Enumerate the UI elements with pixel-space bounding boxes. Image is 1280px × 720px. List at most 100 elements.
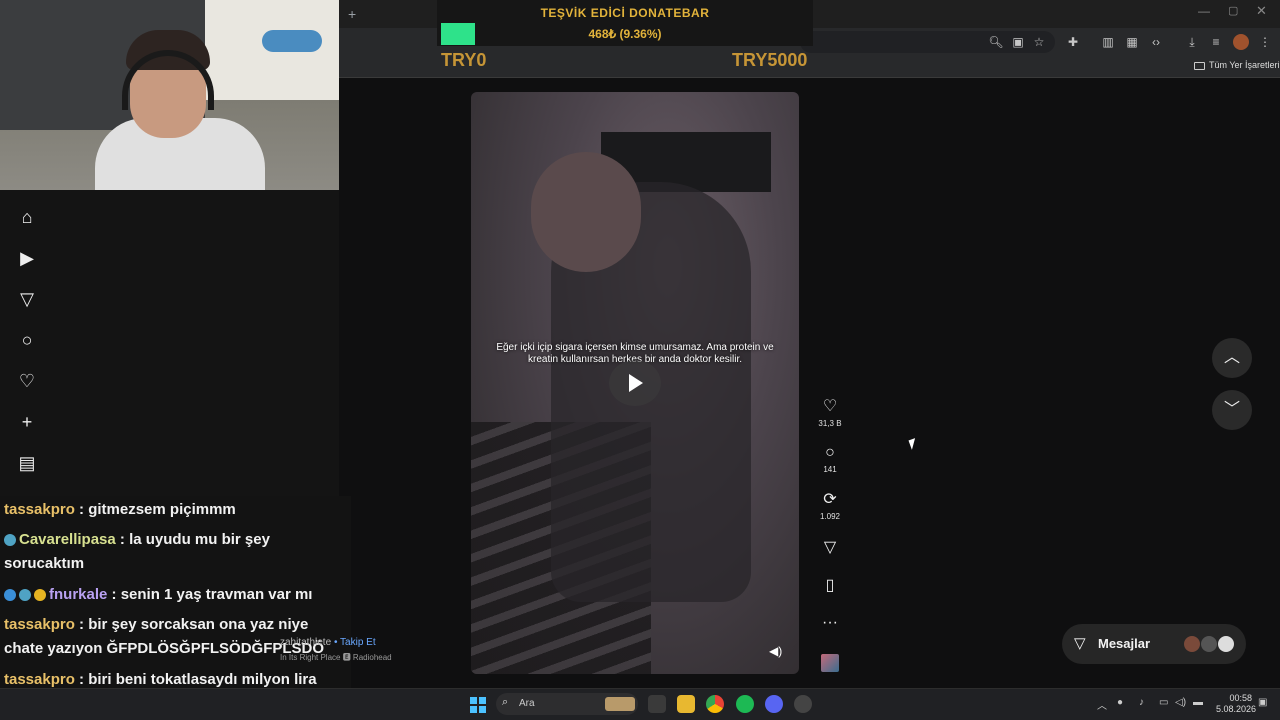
chat-message: tassakpro : gitmezsem piçimmm [4,498,344,522]
volume-icon[interactable]: ◀) [769,644,782,658]
clock-date: 5.08.2026 [1216,704,1257,714]
menu-icon[interactable]: ⋮ [1256,33,1274,51]
share-icon[interactable]: ▽ [814,539,846,557]
home-icon[interactable]: ⌂ [16,206,38,228]
more-icon[interactable]: ··· [814,614,846,632]
chat-message: Cavarellipasa : la uyudu mu bir şey soru… [4,528,344,576]
notifications-icon[interactable]: ♡ [16,370,38,392]
spotify-icon[interactable] [736,695,754,713]
start-tile [479,697,486,704]
tray-overflow-icon[interactable]: ︿ [1097,697,1107,712]
messages-icon[interactable]: ▽ [16,288,38,310]
new-tab-button[interactable]: + [348,6,356,22]
delete-icon[interactable]: ▥ [1099,33,1117,51]
repost-icon[interactable]: ⟳ [814,491,846,509]
tray-display-icon[interactable]: ▭ [1159,697,1168,708]
message-avatar[interactable] [1184,636,1200,652]
chat-badge-icon [19,589,31,602]
chrome-icon[interactable] [706,695,724,713]
chat-username: tassakpro [4,501,75,518]
maximize-button[interactable]: ▢ [1228,4,1238,17]
reels-icon[interactable]: ▶ [16,247,38,269]
comment-icon[interactable]: ○ [814,444,846,462]
star-icon[interactable]: ☆ [1030,33,1048,51]
like-count: 31,3 B [818,419,842,428]
extensions-icon[interactable]: ✚ [1064,33,1082,51]
reel-video[interactable]: Eğer içki içip sigara içersen kimse umur… [471,92,799,674]
post-author-name[interactable]: zahitathlete [280,637,331,648]
windows-start-icon[interactable] [470,697,486,713]
play-button[interactable] [609,360,661,406]
chat-badge-icon [4,589,16,602]
bookmark-icon[interactable]: ▯ [814,577,846,595]
donation-max-label: TRY5000 [732,50,808,70]
chat-username: tassakpro [4,616,75,633]
audio-track-thumbnail[interactable] [821,654,839,672]
chat-badge-icon [4,534,16,547]
taskbar [0,688,1280,720]
create-icon[interactable]: + [16,411,38,433]
repost-action[interactable]: ⟳ 1.092 [814,491,846,521]
mouse-cursor [908,438,919,450]
folder-icon [1194,61,1205,70]
post-author[interactable]: zahitathlete • Takip Et [280,637,376,648]
play-icon [629,374,643,392]
save-action[interactable]: ▯ [814,577,846,595]
donation-min-label: TRY0 [441,50,487,70]
notification-icon[interactable]: ▣ [1258,697,1267,708]
follow-button[interactable]: • Takip Et [334,637,376,648]
media-icon[interactable]: ≡ [1207,33,1225,51]
dashboard-icon[interactable]: ▤ [16,452,38,474]
task-view-icon[interactable] [648,695,666,713]
microphone-icon[interactable]: ♪ [1139,697,1144,708]
devtools-icon[interactable]: ‹› [1147,33,1165,51]
close-window-button[interactable]: ✕ [1256,3,1267,19]
clock[interactable]: 00:58 5.08.2026 [1216,693,1256,715]
next-reel-button[interactable]: ﹀ [1212,390,1252,430]
start-tile [470,706,477,713]
tray-app-icon[interactable]: ● [1117,697,1123,708]
minimize-button[interactable]: — [1198,4,1210,18]
profile-avatar[interactable] [1233,34,1249,50]
all-bookmarks-link[interactable]: Tüm Yer İşaretleri [1194,60,1280,70]
install-icon[interactable]: ▣ [1009,33,1027,51]
taskbar-search-icon: ⌕ [502,696,509,708]
direct-icon[interactable]: ▽ [1074,634,1086,652]
obs-icon[interactable] [794,695,812,713]
post-song[interactable]: In Its Right Place 🅴 Radiohead [280,652,392,663]
webcam-overlay [0,0,339,190]
battery-icon[interactable]: ▬ [1193,697,1203,708]
discord-icon[interactable] [765,695,783,713]
comment-action[interactable]: ○ 141 [814,444,846,474]
volume-tray-icon[interactable]: ◁) [1175,697,1186,708]
more-action[interactable]: ··· [814,614,846,632]
chevron-down-icon: ﹀ [1223,401,1240,418]
start-tile [479,706,486,713]
message-avatar[interactable] [1218,636,1234,652]
chat-username: fnurkale [49,586,108,603]
share-action[interactable]: ▽ [814,539,846,557]
heart-icon[interactable]: ♡ [814,398,846,416]
chat-text: : senin 1 yaş travman var mı [111,586,313,603]
previous-reel-button[interactable]: ︿ [1212,338,1252,378]
all-bookmarks-label: Tüm Yer İşaretleri [1209,60,1280,70]
search-highlight-image[interactable] [605,697,635,711]
taskbar-search-label: Ara [519,698,535,709]
webcam-lamp [262,30,322,52]
file-explorer-icon[interactable] [677,695,695,713]
chevron-up-icon: ︿ [1223,349,1240,366]
chat-badge-icon [34,589,46,602]
chat-text: : gitmezsem piçimmm [79,501,236,518]
download-icon[interactable]: ⤓ [1183,33,1201,51]
chat-username: Cavarellipasa [19,531,116,548]
apps-icon[interactable]: ▦ [1123,33,1141,51]
zoom-icon[interactable]: 🔍︎ [987,33,1005,51]
comment-count: 141 [823,465,837,474]
donation-title: TEŞVİK EDİCİ DONATEBAR [540,6,710,20]
messages-label[interactable]: Mesajlar [1098,636,1150,651]
search-icon[interactable]: ○ [16,329,38,351]
like-action[interactable]: ♡ 31,3 B [814,398,846,428]
message-avatar[interactable] [1201,636,1217,652]
chat-message: fnurkale : senin 1 yaş travman var mı [4,583,344,607]
start-tile [470,697,477,704]
